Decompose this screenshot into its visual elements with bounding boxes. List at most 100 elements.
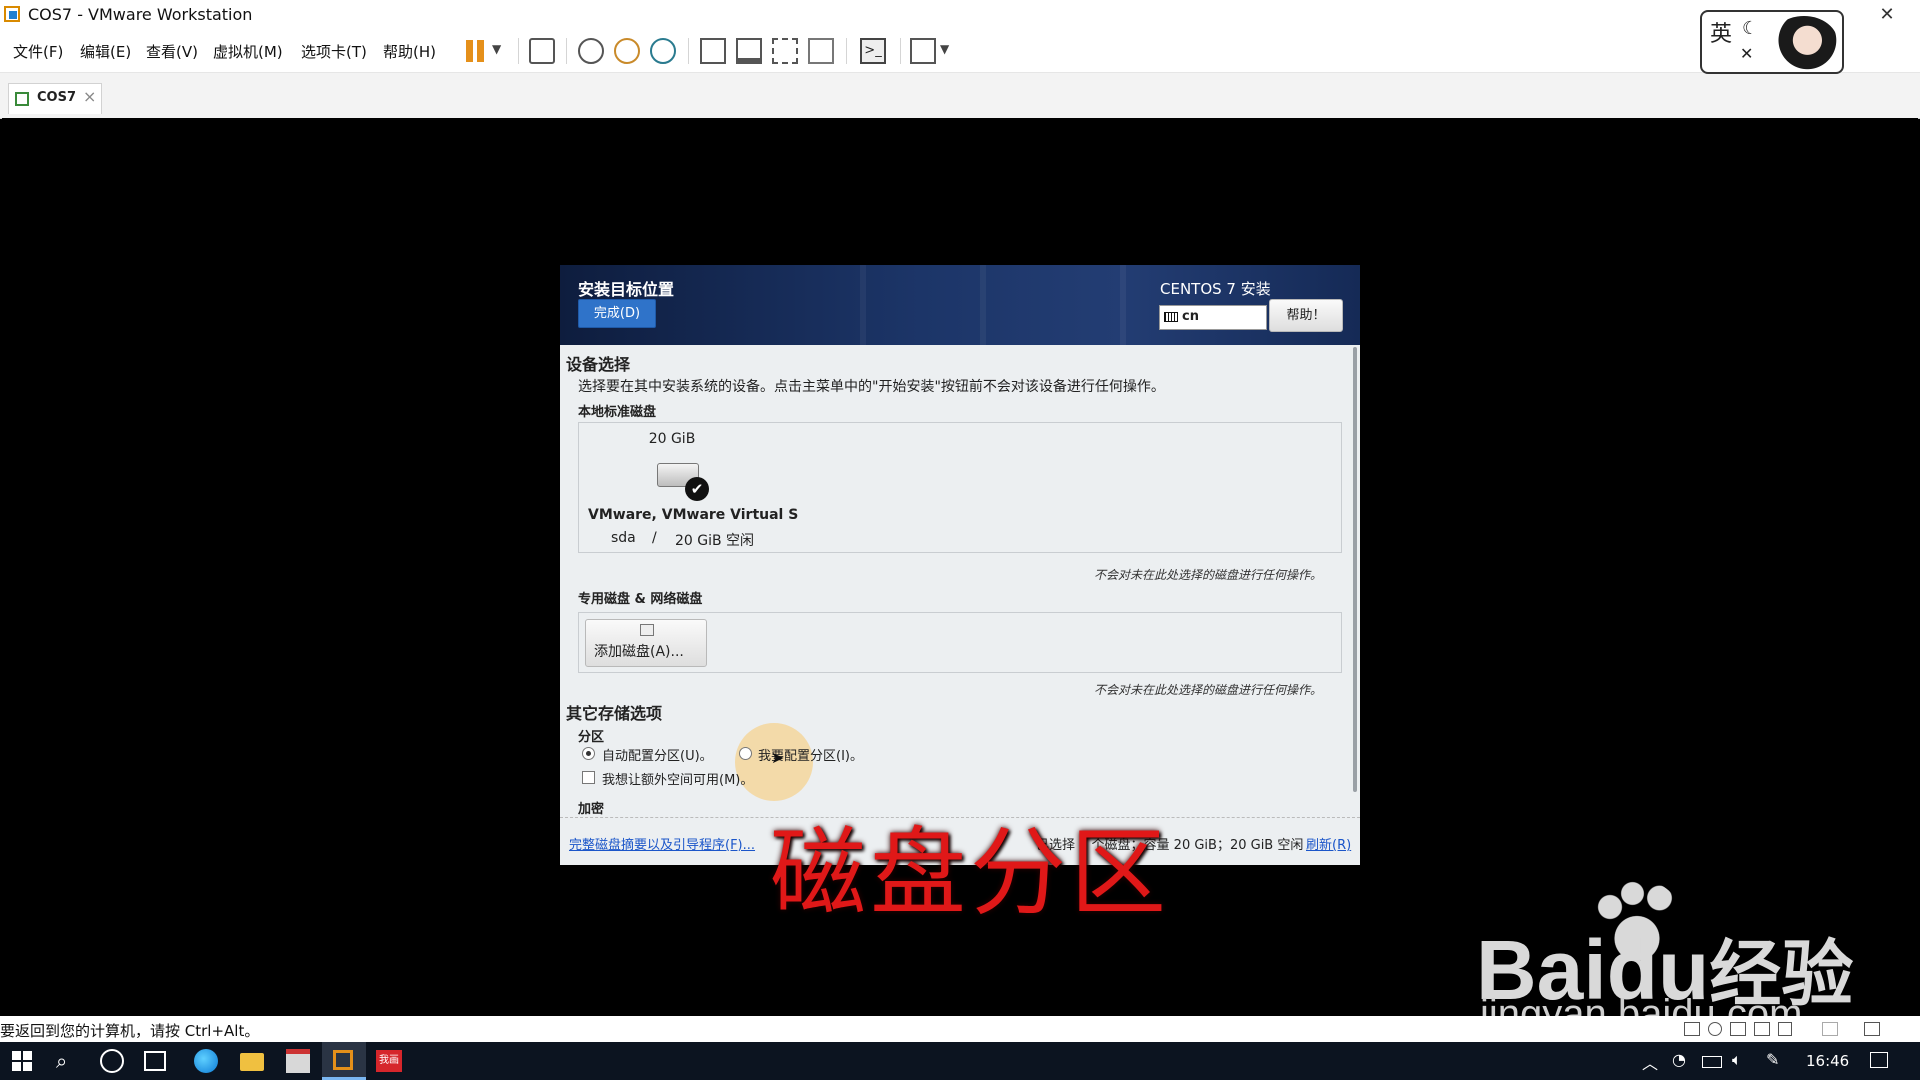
local-disks-title: 本地标准磁盘 [578, 405, 657, 420]
section-title-other-storage: 其它存储选项 [566, 704, 663, 723]
file-explorer-icon[interactable] [240, 1053, 264, 1071]
local-disks-panel: 20 GiB ✔ VMware, VMware Virtual S sda / … [578, 422, 1342, 553]
device-selection-description: 选择要在其中安装系统的设备。点击主菜单中的"开始安装"按钮前不会对该设备进行任何… [578, 379, 1165, 395]
add-disk-button[interactable]: 添加磁盘(A)... [585, 619, 707, 667]
window-title: COS7 - VMware Workstation [28, 5, 253, 24]
add-disk-label: 添加磁盘(A)... [594, 644, 684, 660]
avatar [1770, 16, 1838, 70]
toolbar-divider [688, 38, 689, 64]
windows-taskbar: ⌕ 我画 ︿ ◔ 🔈︎ ✎ 16:46 [0, 1042, 1920, 1080]
edge-icon[interactable] [194, 1049, 218, 1073]
refresh-link[interactable]: 刷新(R) [1306, 834, 1351, 853]
send-keys-icon[interactable] [529, 38, 555, 64]
toolbar-divider [846, 38, 847, 64]
disk-sda[interactable]: 20 GiB ✔ VMware, VMware Virtual S sda / … [587, 427, 798, 549]
toolbar-divider [518, 38, 519, 64]
message-icon[interactable] [1864, 1022, 1880, 1036]
done-button[interactable]: 完成(D) [578, 299, 656, 328]
vm-icon [15, 92, 29, 106]
title-bar: COS7 - VMware Workstation 英 ☾ ✕ ✕ [0, 0, 1920, 74]
network-icon[interactable] [1730, 1022, 1746, 1036]
partition-title: 分区 [578, 730, 605, 745]
snapshot-revert-icon[interactable] [614, 38, 640, 64]
auto-partition-label[interactable]: 自动配置分区(U)。 [602, 745, 713, 764]
page-title: 安装目标位置 [578, 280, 675, 299]
keyboard-icon [1164, 312, 1178, 322]
help-button[interactable]: 帮助！ [1269, 299, 1343, 332]
disk-separator: / [652, 530, 657, 546]
menu-help[interactable]: 帮助(H) [383, 41, 436, 62]
radio-manual-partition[interactable] [739, 747, 752, 760]
menu-view[interactable]: 查看(V) [146, 41, 198, 62]
sound-icon[interactable] [1778, 1022, 1792, 1036]
search-icon[interactable]: ⌕ [56, 1049, 80, 1073]
printer-icon[interactable] [1822, 1022, 1838, 1036]
toolbar-divider [566, 38, 567, 64]
close-button[interactable]: ✕ [1864, 2, 1910, 28]
vmware-taskbar-icon [333, 1050, 353, 1070]
windows-start-icon[interactable] [10, 1049, 34, 1073]
menu-vm[interactable]: 虚拟机(M) [213, 41, 283, 62]
checkmark-icon: ✔ [685, 477, 709, 501]
special-disks-panel: 添加磁盘(A)... [578, 612, 1342, 673]
vmware-status-bar: 要返回到您的计算机，请按 Ctrl+Alt。 [0, 1016, 1920, 1042]
calendar-app-icon[interactable] [286, 1049, 310, 1073]
snapshot-manager-icon[interactable] [650, 38, 676, 64]
volume-icon[interactable]: 🔈︎ [1732, 1050, 1742, 1070]
product-title: CENTOS 7 安装 [1160, 280, 1271, 298]
radio-auto-partition[interactable] [582, 747, 595, 760]
disk-name: VMware, VMware Virtual S [588, 507, 799, 523]
paint-app-label: 我画 [379, 1055, 399, 1066]
cd-icon[interactable] [1708, 1022, 1722, 1036]
pause-icon[interactable] [464, 38, 490, 64]
fullscreen-icon[interactable] [772, 38, 798, 64]
disk-size: 20 GiB [648, 431, 696, 447]
battery-icon[interactable] [1702, 1056, 1722, 1068]
header-stripe [1120, 265, 1126, 345]
keyboard-layout-indicator[interactable]: cn [1159, 305, 1267, 330]
paint-app-icon[interactable]: 我画 [376, 1050, 402, 1072]
notification-icon[interactable] [1870, 1052, 1888, 1068]
hint-local-disks: 不会对未在此处选择的磁盘进行任何操作。 [1094, 568, 1323, 582]
chevron-down-icon[interactable]: ▼ [940, 42, 949, 56]
moon-icon: ☾ [1742, 18, 1759, 39]
pen-icon[interactable]: ✎ [1766, 1050, 1779, 1069]
tab-close-icon[interactable]: × [83, 87, 96, 106]
stretch-icon[interactable] [910, 38, 936, 64]
tray-chevron-icon[interactable]: ︿ [1642, 1050, 1658, 1074]
butterfly-icon: ✕ [1740, 44, 1754, 63]
taskbar-active-app[interactable] [322, 1042, 366, 1080]
device-icons [1684, 1022, 1884, 1036]
installer-body: 设备选择 选择要在其中安装系统的设备。点击主菜单中的"开始安装"按钮前不会对该设… [560, 345, 1350, 865]
clock[interactable]: 16:46 [1806, 1052, 1849, 1070]
vm-tab-bar: COS7 × [0, 73, 1920, 119]
disk-free: 20 GiB 空闲 [675, 533, 755, 549]
menu-edit[interactable]: 编辑(E) [80, 41, 131, 62]
tab-cos7[interactable]: COS7 × [8, 83, 102, 114]
menu-bar: 文件(F) 编辑(E) 查看(V) 虚拟机(M) 选项卡(T) 帮助(H) ▼ … [0, 30, 1920, 73]
special-disks-title: 专用磁盘 & 网络磁盘 [578, 592, 703, 607]
task-view-icon[interactable] [144, 1051, 166, 1071]
library-view-icon[interactable] [700, 38, 726, 64]
hint-special-disks: 不会对未在此处选择的磁盘进行任何操作。 [1094, 683, 1323, 697]
header-stripe [860, 265, 866, 345]
header-stripe [980, 265, 986, 345]
ime-badge[interactable]: 英 [1710, 16, 1732, 48]
menu-file[interactable]: 文件(F) [13, 41, 63, 62]
cortana-icon[interactable] [100, 1049, 124, 1073]
unity-icon[interactable] [808, 38, 834, 64]
hdd-icon[interactable] [1684, 1022, 1700, 1036]
thumbnail-view-icon[interactable] [736, 38, 762, 64]
scrollbar[interactable] [1353, 347, 1357, 792]
menu-tabs[interactable]: 选项卡(T) [301, 41, 367, 62]
wifi-icon[interactable]: ◔ [1672, 1050, 1686, 1069]
console-icon[interactable]: >_ [860, 38, 886, 64]
usb-icon[interactable] [1754, 1022, 1770, 1036]
checkbox-extra-space[interactable] [582, 771, 595, 784]
extra-space-label[interactable]: 我想让额外空间可用(M)。 [602, 769, 753, 788]
installer-window: 安装目标位置 完成(D) CENTOS 7 安装 cn 帮助！ 设备选择 选择要… [560, 265, 1360, 865]
full-disk-summary-link[interactable]: 完整磁盘摘要以及引导程序(F)... [569, 834, 755, 853]
chevron-down-icon[interactable]: ▼ [492, 42, 501, 56]
snapshot-icon[interactable] [578, 38, 604, 64]
installer-header: 安装目标位置 完成(D) CENTOS 7 安装 cn 帮助！ [560, 265, 1360, 345]
